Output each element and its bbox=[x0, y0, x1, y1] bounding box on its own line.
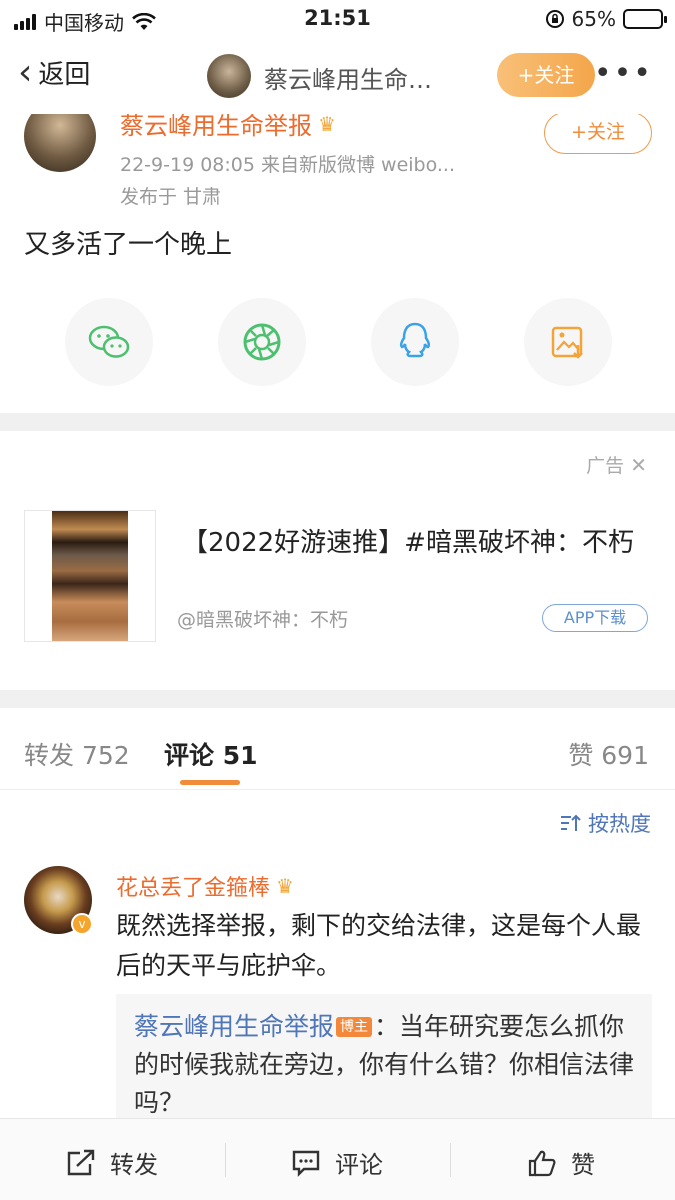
thumbs-up-icon bbox=[528, 1150, 556, 1176]
ad-thumbnail[interactable] bbox=[24, 510, 156, 642]
share-qq-button[interactable] bbox=[371, 298, 459, 386]
qq-icon bbox=[399, 322, 431, 358]
back-button[interactable]: ‹ 返回 bbox=[18, 54, 90, 91]
author-badge: 博主 bbox=[336, 1017, 373, 1037]
nav-follow-button[interactable]: +关注 bbox=[497, 53, 595, 97]
orientation-lock-icon bbox=[545, 10, 564, 28]
tab-likes[interactable]: 赞 691 bbox=[568, 736, 649, 772]
post-author[interactable]: 蔡云峰用生命举报 ♛ bbox=[120, 114, 336, 141]
status-bar: 中国移动 21:51 65% bbox=[0, 0, 675, 38]
section-divider bbox=[0, 413, 675, 431]
post-location: 发布于 甘肃 bbox=[120, 186, 222, 208]
crown-icon: ♛ bbox=[318, 114, 336, 136]
reply-author[interactable]: 蔡云峰用生命举报 bbox=[134, 1012, 334, 1041]
post-text: 又多活了一个晚上 bbox=[24, 230, 233, 260]
battery-icon bbox=[623, 9, 667, 29]
ad-label-text: 广告 bbox=[586, 455, 625, 477]
wechat-icon bbox=[88, 325, 130, 358]
battery-percent: 65% bbox=[571, 7, 616, 31]
post-header: 蔡云峰用生命举报 ♛ +关注 22-9-19 08:05 来自新版微博 weib… bbox=[0, 114, 675, 214]
share-row bbox=[0, 298, 675, 388]
chevron-left-icon: ‹ bbox=[18, 51, 33, 93]
post-follow-button[interactable]: +关注 bbox=[544, 114, 652, 154]
post-avatar[interactable] bbox=[24, 114, 96, 172]
tab-comments[interactable]: 评论 51 bbox=[164, 736, 258, 772]
sort-button[interactable]: 按热度 bbox=[560, 808, 651, 838]
ad-source: @暗黑破坏神：不朽 bbox=[177, 609, 349, 631]
ad-image bbox=[52, 511, 128, 641]
ad-label[interactable]: 广告 ✕ bbox=[586, 451, 647, 478]
comment-author[interactable]: 花总丢了金箍棒 ♛ bbox=[116, 870, 294, 902]
reply-box[interactable]: 蔡云峰用生命举报 博主 ：当年研究要怎么抓你的时候我就在旁边，你有什么错？你相信法律… bbox=[116, 994, 652, 1118]
like-label: 赞 bbox=[571, 1151, 595, 1179]
repost-label: 转发 bbox=[110, 1151, 158, 1179]
crown-icon: ♛ bbox=[276, 874, 294, 898]
bottom-action-bar: 转发 评论 赞 bbox=[0, 1118, 675, 1200]
repost-button[interactable]: 转发 bbox=[66, 1145, 158, 1180]
comment-text: 既然选择举报，剩下的交给法律，这是每个人最后的天平与庇护伞。 bbox=[116, 911, 642, 980]
nav-bar: ‹ 返回 蔡云峰用生命… +关注 ••• bbox=[0, 38, 675, 114]
sort-label: 按热度 bbox=[588, 812, 651, 836]
close-icon[interactable]: ✕ bbox=[630, 453, 647, 477]
share-moments-button[interactable] bbox=[218, 298, 306, 386]
nav-avatar[interactable] bbox=[207, 54, 251, 98]
separator bbox=[225, 1143, 226, 1177]
tab-bar: 转发 752 评论 51 赞 691 bbox=[0, 712, 675, 790]
more-icon[interactable]: ••• bbox=[594, 56, 653, 91]
tab-indicator bbox=[180, 780, 240, 785]
comment-label: 评论 bbox=[335, 1151, 383, 1179]
comment-author-name: 花总丢了金箍棒 bbox=[116, 876, 271, 901]
separator bbox=[450, 1143, 451, 1177]
share-icon bbox=[67, 1149, 95, 1175]
sort-icon bbox=[561, 814, 581, 831]
post-author-name: 蔡云峰用生命举报 bbox=[120, 114, 312, 140]
save-image-button[interactable] bbox=[524, 298, 612, 386]
status-right: 65% bbox=[545, 7, 667, 31]
save-image-icon bbox=[551, 326, 583, 359]
ad-title[interactable]: 【2022好游速推】#暗黑破坏神：不朽 bbox=[182, 524, 652, 562]
section-divider bbox=[0, 690, 675, 708]
tab-repost[interactable]: 转发 752 bbox=[24, 736, 130, 772]
like-button[interactable]: 赞 bbox=[527, 1145, 595, 1180]
moments-icon bbox=[243, 323, 281, 361]
back-label: 返回 bbox=[38, 60, 91, 90]
post-meta: 22-9-19 08:05 来自新版微博 weibo... bbox=[120, 154, 456, 176]
verified-icon: v bbox=[71, 913, 93, 935]
comment-button[interactable]: 评论 bbox=[291, 1145, 383, 1180]
app-download-button[interactable]: APP下载 bbox=[542, 604, 648, 632]
nav-title: 蔡云峰用生命… bbox=[264, 66, 432, 94]
share-wechat-button[interactable] bbox=[65, 298, 153, 386]
comment-icon bbox=[292, 1150, 320, 1177]
